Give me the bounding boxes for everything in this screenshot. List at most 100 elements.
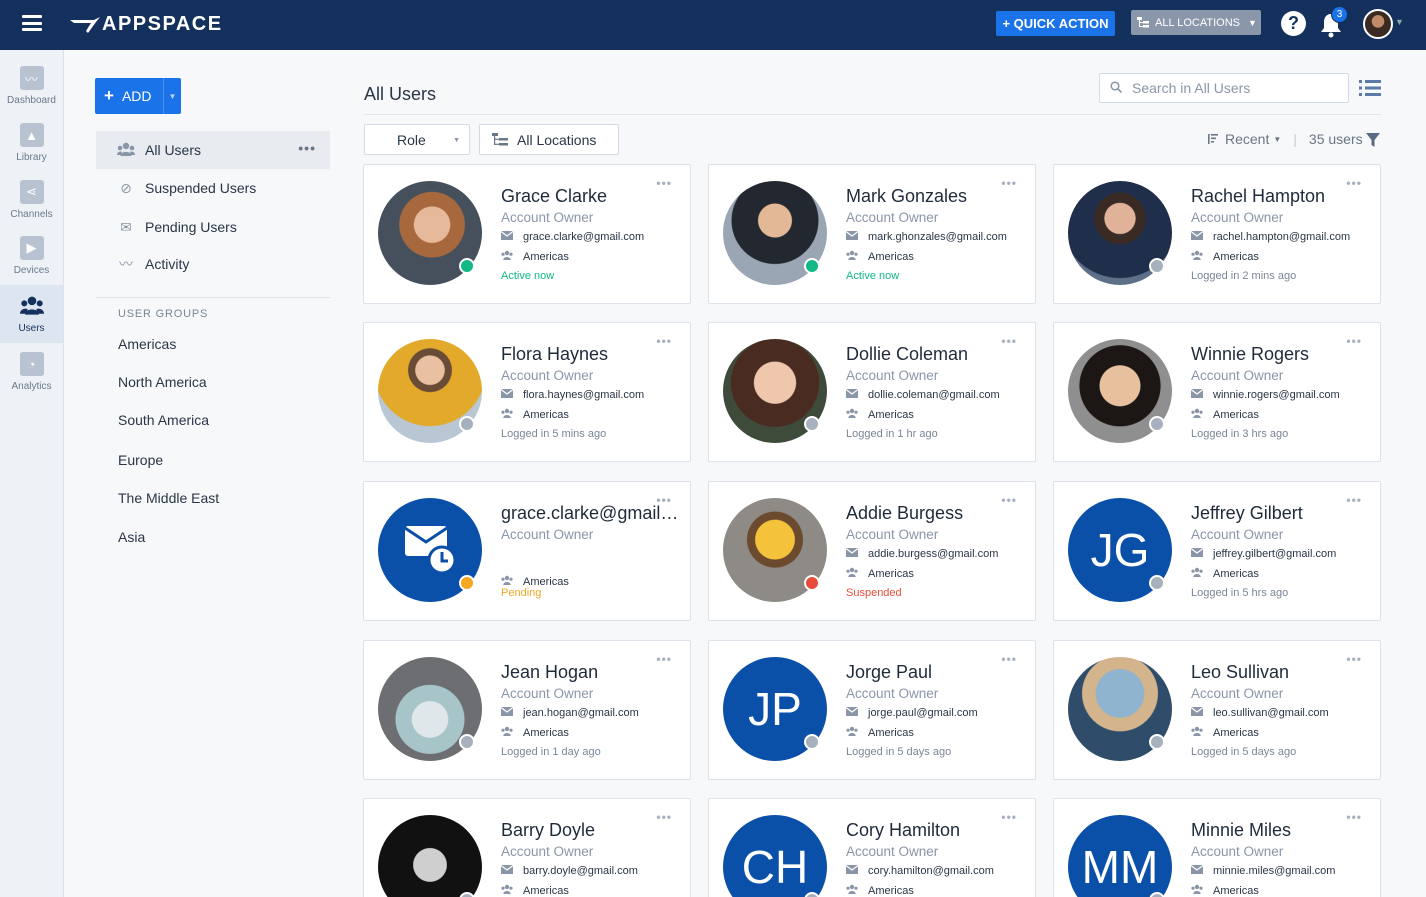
users-icon bbox=[846, 408, 858, 421]
user-group-row: Americas bbox=[501, 408, 569, 421]
add-dropdown-toggle[interactable]: ▼ bbox=[163, 78, 181, 114]
more-options-icon[interactable]: ••• bbox=[1001, 493, 1017, 507]
more-options-icon[interactable]: ••• bbox=[656, 334, 672, 348]
user-email: barry.doyle@gmail.com bbox=[523, 865, 638, 877]
chevron-down-icon[interactable]: ▼ bbox=[1395, 17, 1404, 27]
group-item-north-america[interactable]: North America bbox=[118, 374, 207, 390]
user-card[interactable]: ••• Barry Doyle Account Owner barry.doyl… bbox=[363, 798, 691, 897]
user-card[interactable]: ••• Flora Haynes Account Owner flora.hay… bbox=[363, 322, 691, 462]
search-input[interactable] bbox=[1132, 80, 1332, 96]
user-status: Active now bbox=[846, 270, 900, 282]
group-item-middle-east[interactable]: The Middle East bbox=[118, 490, 219, 506]
rail-item-library[interactable]: ▲ Library bbox=[0, 114, 63, 172]
user-name: Jorge Paul bbox=[846, 662, 933, 682]
users-icon bbox=[1191, 250, 1203, 263]
user-status: Logged in 5 days ago bbox=[1191, 746, 1297, 758]
user-name: Addie Burgess bbox=[846, 503, 964, 523]
user-card[interactable]: ••• grace.clarke@gmail.com Account Owner… bbox=[363, 481, 691, 621]
sidebar-item-suspended-users[interactable]: ⊘ Suspended Users bbox=[96, 169, 330, 207]
user-status: Active now bbox=[501, 270, 555, 282]
user-role: Account Owner bbox=[501, 527, 594, 542]
user-card[interactable]: JG ••• Jeffrey Gilbert Account Owner jef… bbox=[1053, 481, 1381, 621]
user-card[interactable]: CH ••• Cory Hamilton Account Owner cory.… bbox=[708, 798, 1036, 897]
menu-icon[interactable] bbox=[22, 15, 42, 31]
user-group: Americas bbox=[523, 575, 569, 588]
user-status: Logged in 1 hr ago bbox=[846, 428, 938, 440]
location-picker[interactable]: ALL LOCATIONS ▼ bbox=[1131, 10, 1261, 35]
user-card[interactable]: ••• Leo Sullivan Account Owner leo.sulli… bbox=[1053, 640, 1381, 780]
user-card[interactable]: ••• Rachel Hampton Account Owner rachel.… bbox=[1053, 164, 1381, 304]
more-options-icon[interactable]: ••• bbox=[656, 176, 672, 190]
users-icon bbox=[501, 250, 513, 263]
sort-label: Recent bbox=[1225, 131, 1270, 147]
user-group: Americas bbox=[523, 250, 569, 263]
more-options-icon[interactable]: ••• bbox=[656, 652, 672, 666]
envelope-icon bbox=[845, 707, 859, 719]
sort-control[interactable]: Recent ▼ | 35 users bbox=[1207, 131, 1363, 147]
rail-item-devices[interactable]: ▶ Devices bbox=[0, 227, 63, 285]
presence-dot bbox=[459, 734, 475, 750]
user-email-row: grace.clarke@gmail.com bbox=[500, 231, 644, 243]
more-options-icon[interactable]: ••• bbox=[1346, 493, 1362, 507]
pending-mail-icon: ✉ bbox=[120, 218, 132, 235]
user-card[interactable]: ••• Jean Hogan Account Owner jean.hogan@… bbox=[363, 640, 691, 780]
rail-item-analytics[interactable]: ◔ Analytics bbox=[0, 343, 63, 401]
block-icon: ⊘ bbox=[120, 179, 132, 196]
user-email: rachel.hampton@gmail.com bbox=[1213, 231, 1351, 243]
user-group-row: Americas bbox=[846, 567, 914, 580]
users-icon bbox=[19, 296, 44, 315]
user-card[interactable]: ••• Addie Burgess Account Owner addie.bu… bbox=[708, 481, 1036, 621]
more-options-icon[interactable]: ••• bbox=[1001, 652, 1017, 666]
more-options-icon[interactable]: ••• bbox=[1001, 334, 1017, 348]
location-filter[interactable]: All Locations bbox=[479, 124, 619, 155]
sidebar-item-all-users[interactable]: All Users ••• bbox=[96, 131, 330, 169]
group-item-americas[interactable]: Americas bbox=[118, 336, 176, 352]
filter-icon[interactable] bbox=[1366, 133, 1380, 147]
list-view-icon[interactable] bbox=[1359, 79, 1381, 97]
sidebar-item-activity[interactable]: 〰 Activity bbox=[96, 245, 330, 283]
quick-action-button[interactable]: + QUICK ACTION bbox=[996, 11, 1115, 36]
envelope-icon bbox=[500, 707, 514, 719]
help-icon[interactable]: ? bbox=[1281, 11, 1306, 36]
user-card[interactable]: ••• Grace Clarke Account Owner grace.cla… bbox=[363, 164, 691, 304]
envelope-icon bbox=[1190, 548, 1204, 560]
more-options-icon[interactable]: ••• bbox=[1346, 810, 1362, 824]
user-name: Mark Gonzales bbox=[846, 186, 968, 206]
user-group-row: Americas bbox=[501, 250, 569, 263]
avatar-initials: MM bbox=[1081, 841, 1159, 893]
rail-item-users[interactable]: Users bbox=[0, 285, 63, 343]
user-status: Logged in 5 mins ago bbox=[501, 428, 607, 440]
more-options-icon[interactable]: ••• bbox=[298, 140, 316, 156]
header-divider bbox=[364, 114, 1381, 115]
user-role: Account Owner bbox=[1191, 210, 1284, 225]
search-box[interactable] bbox=[1099, 73, 1349, 103]
rail-item-dashboard[interactable]: 〰 Dashboard bbox=[0, 57, 63, 115]
add-button[interactable]: + ADD ▼ bbox=[95, 78, 181, 114]
user-role: Account Owner bbox=[1191, 527, 1284, 542]
more-options-icon[interactable]: ••• bbox=[1346, 334, 1362, 348]
nav-rail: 〰 Dashboard ▲ Library ⋖ Channels ▶ Devic… bbox=[0, 50, 64, 897]
more-options-icon[interactable]: ••• bbox=[1001, 810, 1017, 824]
more-options-icon[interactable]: ••• bbox=[1346, 176, 1362, 190]
user-group: Americas bbox=[523, 726, 569, 739]
sidebar-item-pending-users[interactable]: ✉ Pending Users bbox=[96, 208, 330, 246]
user-card[interactable]: ••• Winnie Rogers Account Owner winnie.r… bbox=[1053, 322, 1381, 462]
group-item-south-america[interactable]: South America bbox=[118, 412, 209, 428]
user-card[interactable]: ••• Dollie Coleman Account Owner dollie.… bbox=[708, 322, 1036, 462]
app-logo[interactable]: APPSPACE bbox=[70, 13, 223, 36]
chevron-down-icon: ▼ bbox=[1273, 134, 1282, 144]
top-bar: APPSPACE + QUICK ACTION ALL LOCATIONS ▼ … bbox=[0, 0, 1426, 50]
user-group-row: Americas bbox=[846, 884, 914, 897]
user-status: Logged in 1 day ago bbox=[501, 746, 601, 758]
user-card[interactable]: MM ••• Minnie Miles Account Owner minnie… bbox=[1053, 798, 1381, 897]
more-options-icon[interactable]: ••• bbox=[1346, 652, 1362, 666]
more-options-icon[interactable]: ••• bbox=[1001, 176, 1017, 190]
more-options-icon[interactable]: ••• bbox=[656, 810, 672, 824]
user-card[interactable]: ••• Mark Gonzales Account Owner mark.gho… bbox=[708, 164, 1036, 304]
group-item-europe[interactable]: Europe bbox=[118, 452, 163, 468]
role-filter[interactable]: Role ▼ bbox=[364, 124, 470, 155]
rail-item-channels[interactable]: ⋖ Channels bbox=[0, 171, 63, 229]
user-avatar[interactable] bbox=[1363, 9, 1393, 39]
group-item-asia[interactable]: Asia bbox=[118, 529, 145, 545]
user-card[interactable]: JP ••• Jorge Paul Account Owner jorge.pa… bbox=[708, 640, 1036, 780]
